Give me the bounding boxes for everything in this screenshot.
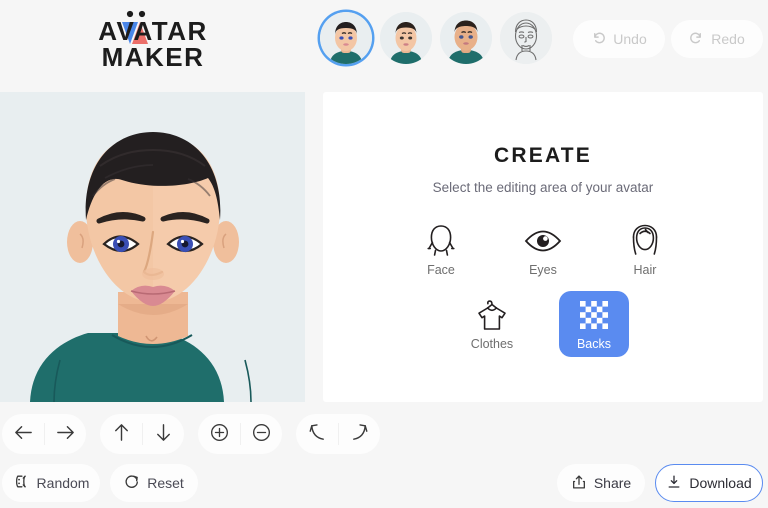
category-clothes[interactable]: Clothes — [457, 291, 527, 357]
download-icon — [666, 474, 682, 493]
tshirt-hanger-icon — [475, 297, 509, 333]
shuffle-icon — [13, 473, 30, 493]
category-clothes-label: Clothes — [470, 337, 514, 351]
category-hair-label: Hair — [633, 263, 657, 277]
redo-label: Redo — [711, 31, 745, 47]
avatar-thumb-4[interactable] — [500, 12, 552, 64]
category-row-1: Face Eyes Hair — [323, 217, 763, 283]
create-panel: CREATE Select the editing area of your a… — [323, 92, 763, 402]
share-label: Share — [593, 475, 632, 491]
category-hair[interactable]: Hair — [610, 217, 680, 283]
tool-group-vertical-move — [100, 414, 184, 454]
eye-icon — [524, 223, 562, 259]
arrow-up-icon — [111, 422, 132, 446]
hair-icon — [629, 223, 661, 259]
arrow-down-icon — [153, 422, 174, 446]
logo-text-maker: MAKER — [102, 42, 205, 70]
download-button[interactable]: Download — [655, 464, 763, 502]
plus-circle-icon — [209, 422, 230, 446]
avatar-thumbnail-strip — [320, 12, 552, 64]
category-eyes[interactable]: Eyes — [508, 217, 578, 283]
face-outline-icon — [426, 223, 456, 259]
transform-toolbar — [0, 414, 380, 454]
reset-button[interactable]: Reset — [110, 464, 198, 502]
avatar-thumb-1[interactable] — [320, 12, 372, 64]
zoom-in-button[interactable] — [198, 414, 240, 454]
undo-arrow-icon — [591, 30, 606, 48]
avatar-preview-panel[interactable] — [0, 92, 305, 402]
random-button[interactable]: Random — [2, 464, 100, 502]
category-face-label: Face — [427, 263, 455, 277]
arrow-left-icon — [13, 422, 34, 446]
move-left-button[interactable] — [2, 414, 44, 454]
redo-button[interactable]: Redo — [671, 20, 763, 58]
create-subtitle: Select the editing area of your avatar — [432, 180, 654, 195]
arrow-up-left-icon — [307, 422, 328, 446]
tool-group-diagonal-move — [296, 414, 380, 454]
create-title: CREATE — [494, 144, 592, 167]
minus-circle-icon — [251, 422, 272, 446]
refresh-icon — [124, 474, 140, 493]
undo-button[interactable]: Undo — [573, 20, 665, 58]
arrow-right-icon — [55, 422, 76, 446]
random-label: Random — [36, 475, 90, 491]
move-down-button[interactable] — [142, 414, 184, 454]
category-backs-label: Backs — [576, 337, 612, 351]
checkerboard-icon — [580, 297, 608, 333]
category-face[interactable]: Face — [406, 217, 476, 283]
move-up-right-button[interactable] — [338, 414, 380, 454]
avatar-thumb-3[interactable] — [440, 12, 492, 64]
tool-group-zoom — [198, 414, 282, 454]
share-upload-icon — [571, 474, 587, 493]
redo-arrow-icon — [689, 30, 704, 48]
category-backs[interactable]: Backs — [559, 291, 629, 357]
arrow-up-right-icon — [349, 422, 370, 446]
tool-group-horizontal-move — [2, 414, 86, 454]
category-row-2: Clothes Backs — [323, 291, 763, 357]
reset-label: Reset — [147, 475, 184, 491]
move-up-left-button[interactable] — [296, 414, 338, 454]
share-button[interactable]: Share — [557, 464, 645, 502]
move-right-button[interactable] — [44, 414, 86, 454]
download-label: Download — [689, 475, 752, 491]
move-up-button[interactable] — [100, 414, 142, 454]
zoom-out-button[interactable] — [240, 414, 282, 454]
category-eyes-label: Eyes — [529, 263, 557, 277]
app-logo: AVATAR MAKER — [88, 8, 218, 72]
avatar-thumb-2[interactable] — [380, 12, 432, 64]
app-header: AVATAR MAKER Undo Redo — [0, 0, 768, 78]
undo-label: Undo — [613, 31, 647, 47]
